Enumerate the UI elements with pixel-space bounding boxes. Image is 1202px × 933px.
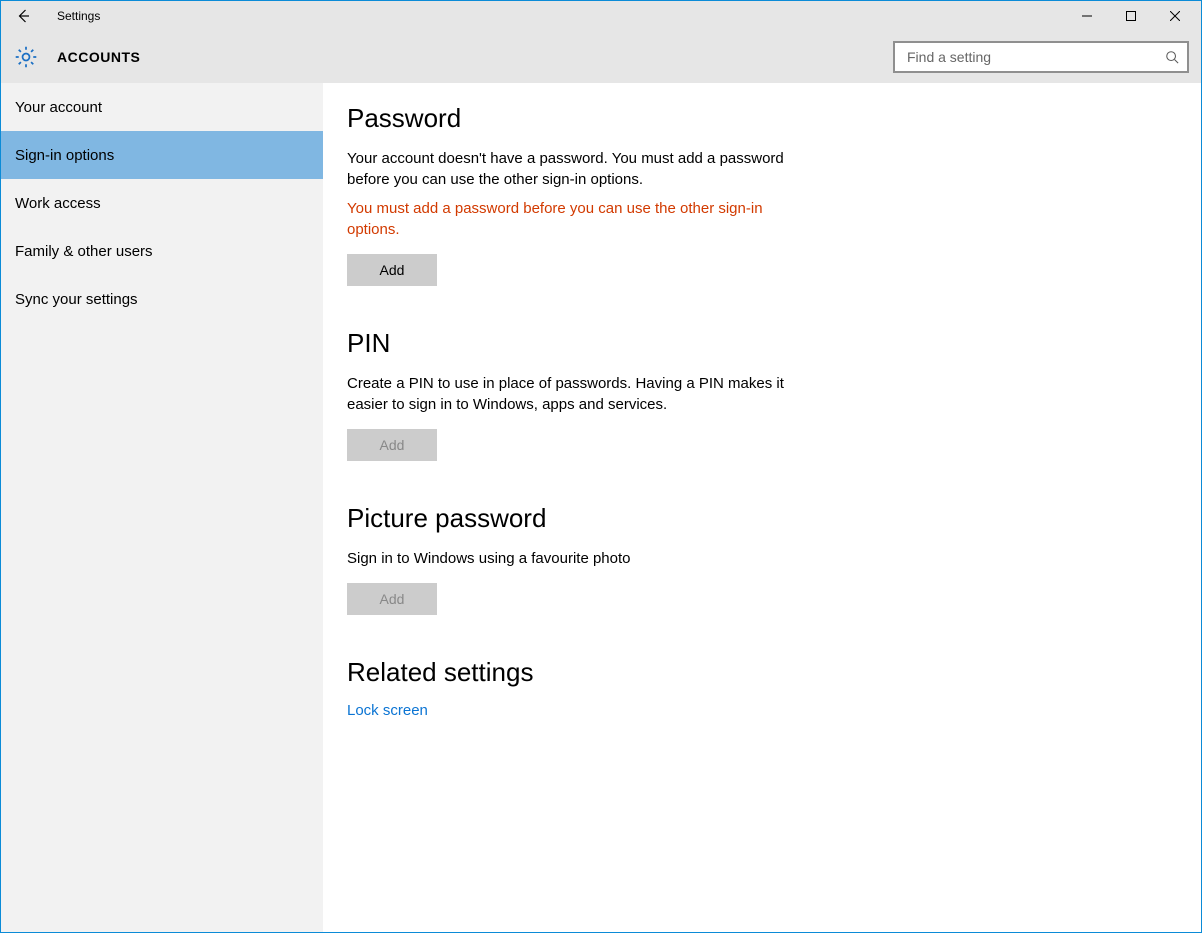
section-related-settings: Related settings Lock screen — [347, 657, 807, 720]
sidebar-item-family-other-users[interactable]: Family & other users — [1, 227, 323, 275]
sidebar-item-work-access[interactable]: Work access — [1, 179, 323, 227]
close-button[interactable] — [1153, 2, 1197, 30]
back-button[interactable] — [7, 2, 39, 30]
minimize-button[interactable] — [1065, 2, 1109, 30]
close-icon — [1170, 11, 1180, 21]
lock-screen-link[interactable]: Lock screen — [347, 702, 428, 719]
gear-icon — [13, 44, 39, 70]
sidebar-item-label: Your account — [15, 99, 102, 116]
section-title: PIN — [347, 328, 807, 359]
sidebar-item-label: Family & other users — [15, 243, 153, 260]
back-arrow-icon — [15, 8, 31, 24]
sidebar: Your account Sign-in options Work access… — [1, 83, 323, 932]
maximize-button[interactable] — [1109, 2, 1153, 30]
maximize-icon — [1126, 11, 1136, 21]
sidebar-item-label: Work access — [15, 195, 101, 212]
content-area: Password Your account doesn't have a pas… — [323, 83, 1201, 932]
category-title: ACCOUNTS — [57, 49, 140, 65]
window-controls — [1065, 2, 1197, 30]
section-warning: You must add a password before you can u… — [347, 198, 807, 240]
section-title: Password — [347, 103, 807, 134]
sidebar-item-sign-in-options[interactable]: Sign-in options — [1, 131, 323, 179]
section-description: Sign in to Windows using a favourite pho… — [347, 548, 807, 569]
search-box[interactable] — [893, 41, 1189, 73]
sidebar-item-label: Sync your settings — [15, 291, 138, 308]
minimize-icon — [1082, 11, 1092, 21]
section-description: Your account doesn't have a password. Yo… — [347, 148, 807, 190]
search-input[interactable] — [905, 48, 1159, 66]
title-bar: Settings — [1, 1, 1201, 31]
section-title: Picture password — [347, 503, 807, 534]
section-password: Password Your account doesn't have a pas… — [347, 103, 807, 286]
sidebar-item-sync-your-settings[interactable]: Sync your settings — [1, 275, 323, 323]
sidebar-item-label: Sign-in options — [15, 147, 114, 164]
section-description: Create a PIN to use in place of password… — [347, 373, 807, 415]
window-title: Settings — [57, 9, 100, 23]
add-password-button[interactable]: Add — [347, 254, 437, 286]
section-pin: PIN Create a PIN to use in place of pass… — [347, 328, 807, 461]
sidebar-item-your-account[interactable]: Your account — [1, 83, 323, 131]
category-header: ACCOUNTS — [1, 31, 1201, 83]
section-title: Related settings — [347, 657, 807, 688]
add-pin-button: Add — [347, 429, 437, 461]
search-icon — [1165, 50, 1179, 64]
section-picture-password: Picture password Sign in to Windows usin… — [347, 503, 807, 615]
add-picture-password-button: Add — [347, 583, 437, 615]
